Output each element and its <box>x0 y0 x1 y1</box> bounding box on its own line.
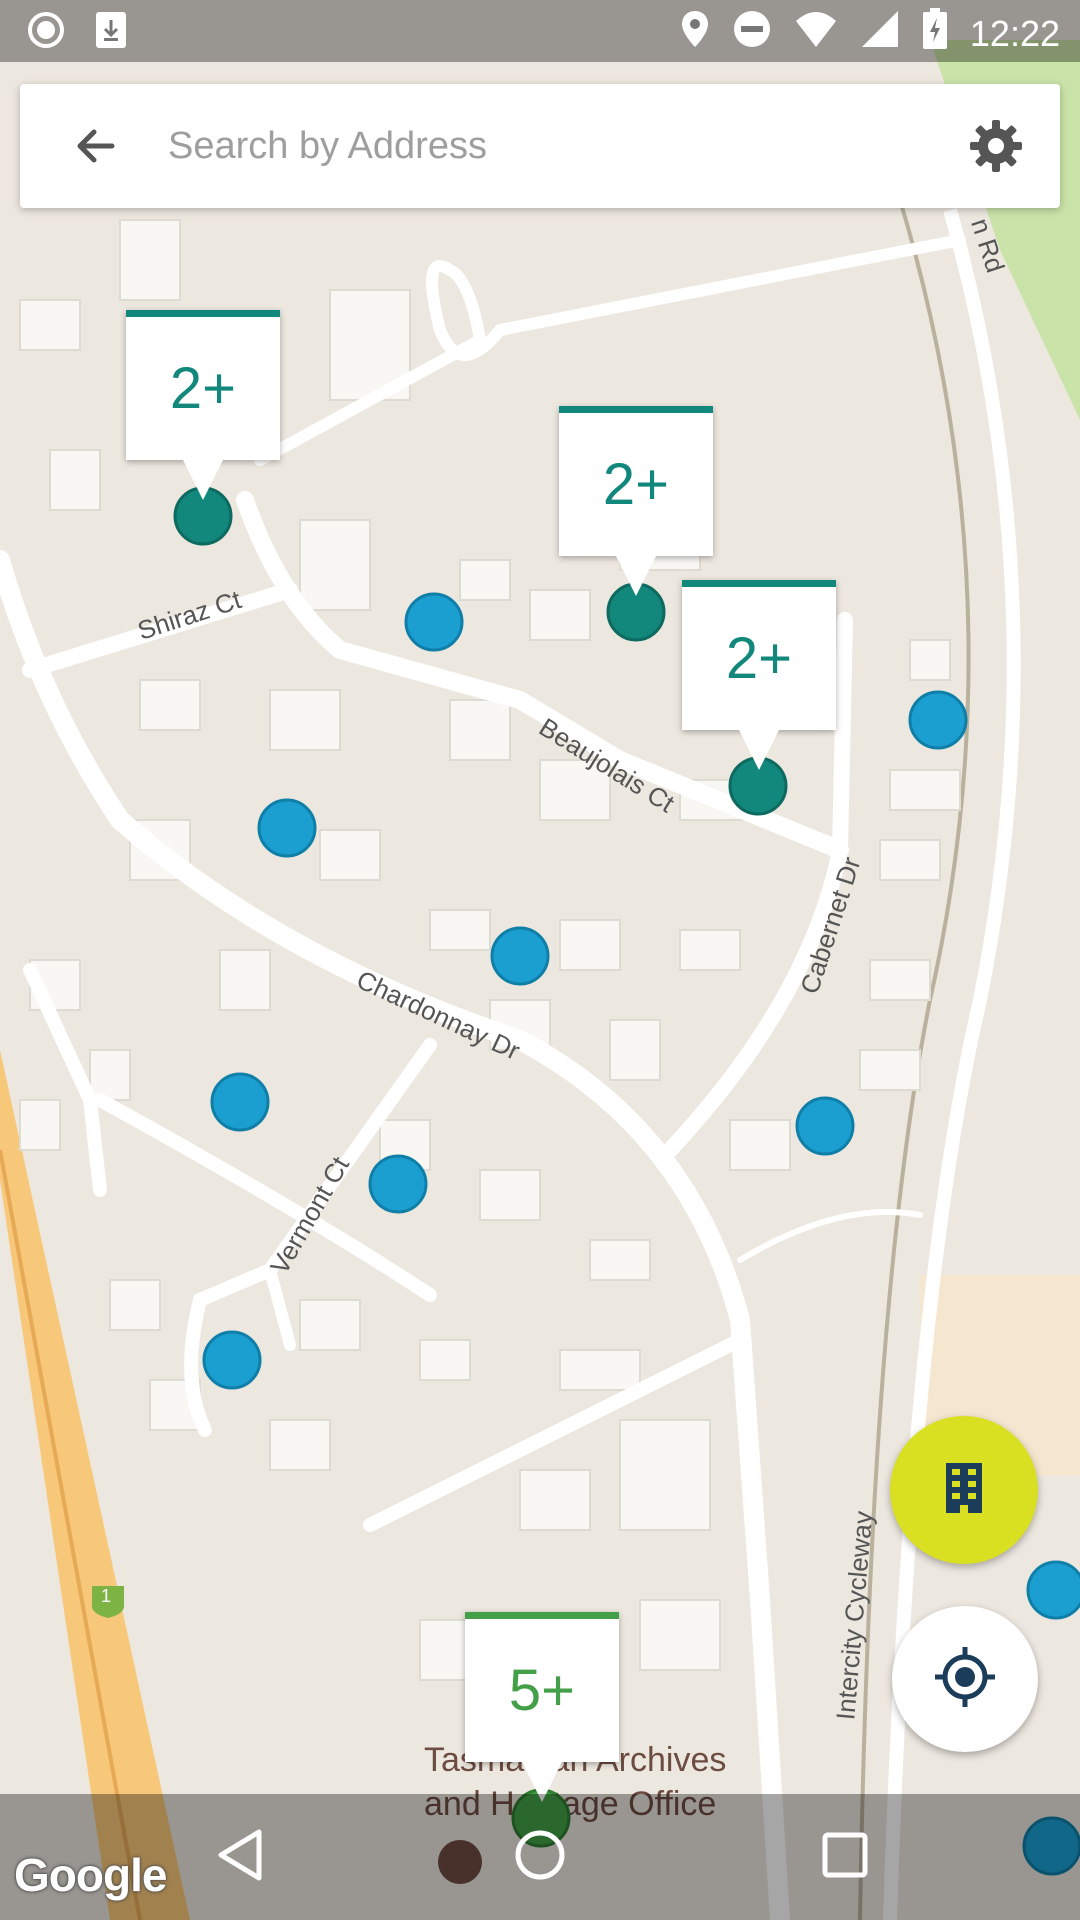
recents-icon <box>820 1830 870 1885</box>
record-icon <box>26 10 66 55</box>
building-icon <box>942 1461 986 1520</box>
nav-recents-button[interactable] <box>810 1822 880 1892</box>
search-bar <box>20 84 1060 208</box>
route-shield-label: 1 <box>101 1586 112 1606</box>
search-input[interactable] <box>166 110 930 182</box>
my-location-icon <box>933 1645 997 1714</box>
do-not-disturb-icon <box>732 9 772 58</box>
download-icon <box>94 10 128 55</box>
back-arrow-icon[interactable] <box>64 114 128 178</box>
status-bar: 12:22 <box>0 0 1080 62</box>
google-attribution: Google <box>14 1849 167 1901</box>
home-icon <box>513 1828 567 1887</box>
back-icon <box>215 1828 265 1887</box>
wifi-icon <box>794 9 838 58</box>
battery-icon <box>922 8 948 59</box>
building-layer-button[interactable] <box>890 1416 1038 1564</box>
my-location-button[interactable] <box>892 1606 1038 1752</box>
location-icon <box>680 9 710 58</box>
gear-icon[interactable] <box>964 114 1028 178</box>
clock: 12:22 <box>969 12 1060 54</box>
signal-icon <box>860 9 900 58</box>
nav-home-button[interactable] <box>505 1822 575 1892</box>
cluster-bubble[interactable]: 2+ <box>559 406 713 596</box>
cluster-bubble[interactable]: 2+ <box>126 310 280 500</box>
nav-back-button[interactable] <box>205 1822 275 1892</box>
cluster-bubble[interactable]: 5+ <box>465 1612 619 1802</box>
cluster-bubble[interactable]: 2+ <box>682 580 836 770</box>
